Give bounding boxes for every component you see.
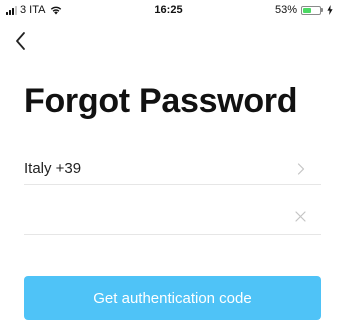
phone-number-input[interactable] xyxy=(24,206,284,226)
status-bar-right: 53% xyxy=(275,4,333,16)
status-bar: 3 ITA 16:25 53% xyxy=(0,0,337,20)
battery-cap xyxy=(321,8,323,12)
country-selector[interactable]: Italy +39 xyxy=(24,160,321,185)
close-icon[interactable] xyxy=(295,211,306,222)
forgot-password-screen: 3 ITA 16:25 53% Forgot Password Italy +3… xyxy=(0,0,337,320)
back-chevron-icon[interactable] xyxy=(12,30,30,52)
charging-bolt-icon xyxy=(327,5,333,15)
country-code-label: Italy +39 xyxy=(24,160,82,177)
battery-percent: 53% xyxy=(274,4,297,16)
phone-field-row xyxy=(24,206,321,235)
get-authentication-code-button[interactable]: Get authentication code xyxy=(24,276,321,320)
page-title: Forgot Password xyxy=(24,82,298,120)
battery-level xyxy=(303,7,312,13)
chevron-right-icon xyxy=(297,163,305,175)
battery-icon xyxy=(301,5,321,15)
